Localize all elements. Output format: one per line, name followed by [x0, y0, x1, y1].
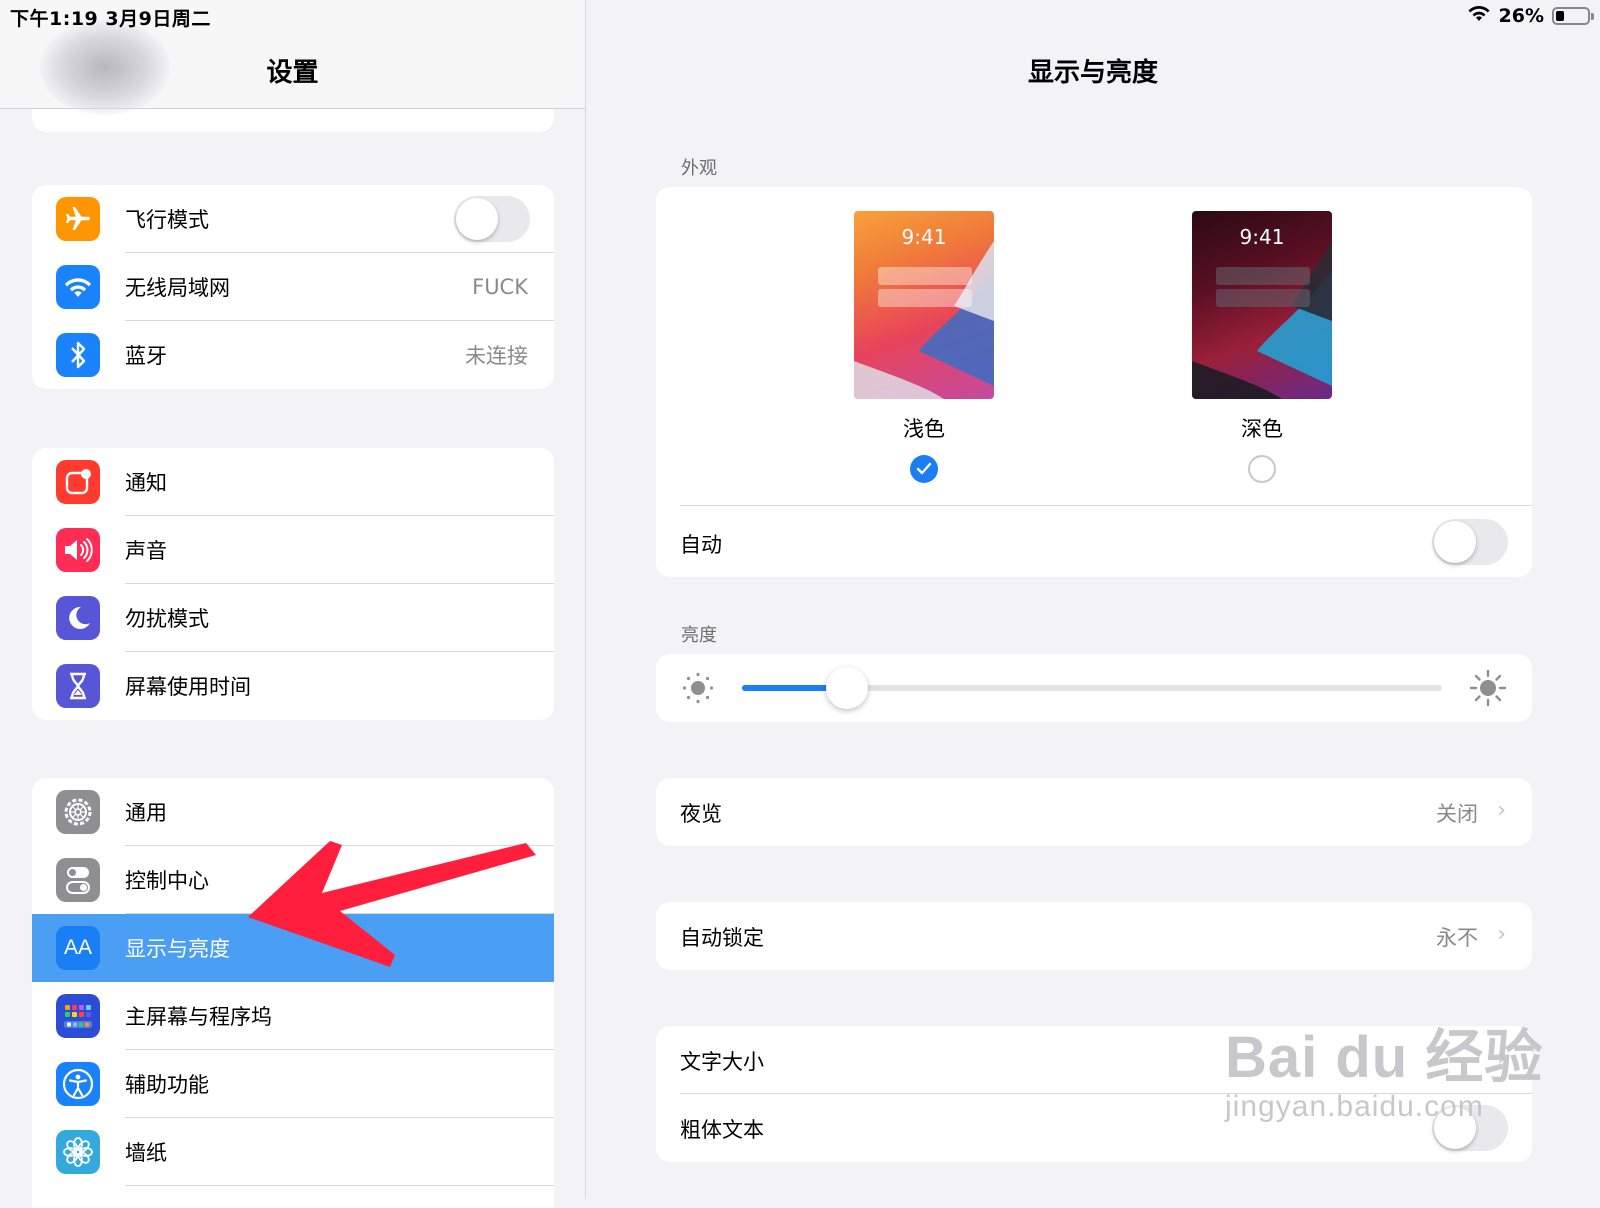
- light-label: 浅色: [903, 417, 945, 441]
- auto-lock-card: 自动锁定 永不 ›: [656, 902, 1532, 970]
- sidebar-item-bluetooth[interactable]: 蓝牙 未连接: [32, 321, 554, 389]
- settings-sidebar: 设置 飞行模式 无线局域网 FUCK 蓝牙 未连接 通知 声音 勿扰模式 屏幕使…: [0, 0, 586, 1208]
- annotation-arrow: [248, 841, 536, 967]
- dark-label: 深色: [1241, 417, 1283, 441]
- moon-icon: [56, 596, 100, 640]
- brightness-slider[interactable]: [742, 667, 1442, 709]
- appearance-auto-row: 自动: [656, 509, 1532, 577]
- dark-preview[interactable]: 9:41: [1192, 211, 1332, 399]
- sidebar-item-label: 无线局域网: [125, 276, 230, 300]
- night-shift-value: 关闭: [1436, 802, 1478, 826]
- sidebar-group-notifications: 通知 声音 勿扰模式 屏幕使用时间: [32, 448, 554, 720]
- sidebar-item-sounds[interactable]: 声音: [32, 516, 554, 584]
- auto-label: 自动: [680, 533, 722, 557]
- light-preview-time: 9:41: [901, 225, 947, 249]
- airplane-icon: [56, 197, 100, 241]
- sidebar-item-label: 勿扰模式: [125, 607, 209, 631]
- battery-percentage: 26%: [1498, 4, 1544, 27]
- sound-icon: [56, 528, 100, 572]
- watermark-sub: jingyan.baidu.com: [1225, 1090, 1484, 1123]
- wifi-status-icon: [1467, 4, 1491, 27]
- text-size-label: 文字大小: [680, 1050, 764, 1074]
- brightness-high-icon: [1468, 668, 1508, 712]
- auto-lock-row[interactable]: 自动锁定 永不 ›: [656, 902, 1532, 970]
- sidebar-item-do-not-disturb[interactable]: 勿扰模式: [32, 584, 554, 652]
- brightness-card: [656, 654, 1532, 722]
- sidebar-item-home-screen[interactable]: 主屏幕与程序坞: [32, 982, 554, 1050]
- display-icon-text: AA: [63, 936, 92, 959]
- chevron-right-icon: ›: [1497, 922, 1506, 947]
- gear-icon: [56, 790, 100, 834]
- sidebar-item-airplane-mode[interactable]: 飞行模式: [32, 185, 554, 253]
- bold-text-label: 粗体文本: [680, 1118, 764, 1142]
- control-center-icon: [56, 858, 100, 902]
- night-shift-label: 夜览: [680, 802, 722, 826]
- appearance-dark-option[interactable]: 9:41 深色: [1192, 211, 1332, 483]
- appearance-light-option[interactable]: 9:41 浅色: [854, 211, 994, 483]
- dark-preview-time: 9:41: [1239, 225, 1285, 249]
- light-radio[interactable]: [910, 455, 938, 483]
- sidebar-item-label: 通用: [125, 801, 167, 825]
- appearance-card: 9:41 浅色 9:41 深色 自动: [656, 187, 1532, 577]
- sidebar-item-wallpaper[interactable]: 墙纸: [32, 1118, 554, 1186]
- airplane-mode-toggle[interactable]: [454, 196, 530, 242]
- watermark-main: Bai du 经验: [1225, 1025, 1544, 1090]
- display-icon: AA: [56, 926, 100, 970]
- sidebar-item-label: 辅助功能: [125, 1073, 209, 1097]
- auto-lock-value: 永不: [1436, 926, 1478, 950]
- sidebar-group-connectivity: 飞行模式 无线局域网 FUCK 蓝牙 未连接: [32, 185, 554, 389]
- night-shift-row[interactable]: 夜览 关闭 ›: [656, 778, 1532, 846]
- brightness-slider-thumb[interactable]: [826, 667, 868, 709]
- brightness-section-label: 亮度: [681, 625, 717, 646]
- status-right: 26%: [1467, 4, 1594, 27]
- bluetooth-icon: [56, 333, 100, 377]
- sidebar-item-label: 声音: [125, 539, 167, 563]
- sidebar-item-label: 屏幕使用时间: [125, 675, 251, 699]
- notifications-icon: [56, 460, 100, 504]
- status-bar: 下午1:19 3月9日周二 26%: [0, 0, 1600, 30]
- bluetooth-status: 未连接: [465, 344, 528, 368]
- battery-icon: [1552, 6, 1594, 25]
- sidebar-item-label: 蓝牙: [125, 344, 167, 368]
- auto-lock-label: 自动锁定: [680, 926, 764, 950]
- auto-appearance-toggle[interactable]: [1432, 519, 1508, 565]
- home-screen-icon: [56, 994, 100, 1038]
- sidebar-item-label: 显示与亮度: [125, 937, 230, 961]
- status-time-date: 下午1:19 3月9日周二: [10, 8, 211, 30]
- sidebar-item-label: 控制中心: [125, 869, 209, 893]
- wifi-network-name: FUCK: [472, 275, 528, 299]
- sidebar-item-accessibility[interactable]: 辅助功能: [32, 1050, 554, 1118]
- sidebar-item-label: 通知: [125, 471, 167, 495]
- hourglass-icon: [56, 664, 100, 708]
- accessibility-icon: [56, 1062, 100, 1106]
- sidebar-item-notifications[interactable]: 通知: [32, 448, 554, 516]
- wallpaper-icon: [56, 1130, 100, 1174]
- sidebar-item-label: 飞行模式: [125, 208, 209, 232]
- wifi-icon: [56, 265, 100, 309]
- light-preview[interactable]: 9:41: [854, 211, 994, 399]
- sidebar-item-label: 主屏幕与程序坞: [125, 1005, 272, 1029]
- baidu-watermark: Bai du 经验 jingyan.baidu.com: [1225, 1010, 1543, 1124]
- sidebar-item-screen-time[interactable]: 屏幕使用时间: [32, 652, 554, 720]
- appearance-section-label: 外观: [681, 158, 717, 179]
- sidebar-item-wifi[interactable]: 无线局域网 FUCK: [32, 253, 554, 321]
- brightness-low-icon: [680, 670, 716, 710]
- dark-radio[interactable]: [1248, 455, 1276, 483]
- chevron-right-icon: ›: [1497, 798, 1506, 823]
- sidebar-title: 设置: [266, 58, 319, 88]
- sidebar-item-label: 墙纸: [125, 1141, 167, 1165]
- page-title: 显示与亮度: [1027, 58, 1158, 88]
- night-shift-card: 夜览 关闭 ›: [656, 778, 1532, 846]
